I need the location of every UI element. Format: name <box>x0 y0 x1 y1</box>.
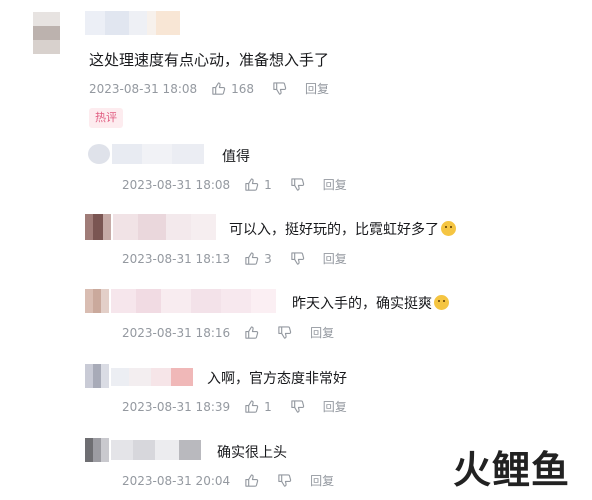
thumbs-up-icon <box>212 82 226 95</box>
username[interactable] <box>111 440 201 460</box>
like-count: 1 <box>264 177 272 192</box>
like-button[interactable]: 3 <box>244 251 272 266</box>
username[interactable] <box>112 144 204 164</box>
avatar[interactable] <box>85 364 109 388</box>
like-button[interactable] <box>244 473 259 488</box>
thumbs-up-icon <box>245 400 259 413</box>
like-count: 1 <box>264 399 272 414</box>
like-count: 3 <box>264 251 272 266</box>
comment-text: 这处理速度有点心动，准备想入手了 <box>89 51 330 69</box>
thumbs-down-icon <box>278 474 292 487</box>
thumbs-up-icon <box>245 326 259 339</box>
avatar[interactable] <box>85 214 111 240</box>
timestamp: 2023-08-31 18:08 <box>122 177 231 192</box>
dislike-button[interactable] <box>277 473 292 488</box>
timestamp: 2023-08-31 18:13 <box>122 251 231 266</box>
emoji-icon <box>434 295 449 310</box>
username[interactable] <box>111 289 276 313</box>
comment-meta: 2023-08-31 18:16 回复 <box>122 324 334 341</box>
timestamp: 2023-08-31 20:04 <box>122 473 231 488</box>
thumbs-up-icon <box>245 252 259 265</box>
avatar[interactable] <box>88 144 110 164</box>
like-button[interactable]: 168 <box>211 81 254 96</box>
timestamp: 2023-08-31 18:16 <box>122 325 231 340</box>
timestamp: 2023-08-31 18:08 <box>89 81 198 96</box>
like-button[interactable]: 1 <box>244 399 272 414</box>
comment-meta: 2023-08-31 18:39 1 回复 <box>122 398 347 415</box>
watermark-logo: 火鲤鱼 <box>452 448 570 492</box>
comment-meta: 2023-08-31 18:13 3 回复 <box>122 250 347 267</box>
username[interactable] <box>113 214 216 240</box>
reply-button[interactable]: 回复 <box>323 398 347 415</box>
emoji-icon <box>441 221 456 236</box>
avatar[interactable] <box>85 438 109 462</box>
avatar[interactable] <box>85 289 109 313</box>
dislike-button[interactable] <box>290 399 305 414</box>
reply-button[interactable]: 回复 <box>305 80 329 97</box>
comment-text-body: 可以入，挺好玩的，比霓虹好多了 <box>229 222 439 238</box>
reply-button[interactable]: 回复 <box>323 250 347 267</box>
thumbs-down-icon <box>278 326 292 339</box>
comment-text: 入啊，官方态度非常好 <box>207 371 347 387</box>
dislike-button[interactable] <box>272 81 287 96</box>
thumbs-up-icon <box>245 178 259 191</box>
dislike-button[interactable] <box>290 177 305 192</box>
username[interactable] <box>85 11 180 35</box>
comment-text: 昨天入手的，确实挺爽 <box>292 293 449 313</box>
username[interactable] <box>111 368 193 386</box>
reply-button[interactable]: 回复 <box>310 472 334 489</box>
like-button[interactable]: 1 <box>244 177 272 192</box>
dislike-button[interactable] <box>290 251 305 266</box>
dislike-button[interactable] <box>277 325 292 340</box>
thumbs-down-icon <box>273 82 287 95</box>
thumbs-down-icon <box>291 178 304 191</box>
comment-text: 确实很上头 <box>217 445 287 461</box>
timestamp: 2023-08-31 18:39 <box>122 399 231 414</box>
comment-meta: 2023-08-31 18:08 168 回复 <box>89 80 329 97</box>
comment-text-body: 昨天入手的，确实挺爽 <box>292 296 432 312</box>
like-count: 168 <box>231 81 255 96</box>
thumbs-down-icon <box>291 400 304 413</box>
comment-meta: 2023-08-31 20:04 回复 <box>122 472 334 489</box>
reply-button[interactable]: 回复 <box>323 176 347 193</box>
reply-button[interactable]: 回复 <box>310 324 334 341</box>
comment-text: 可以入，挺好玩的，比霓虹好多了 <box>229 219 456 239</box>
comment-meta: 2023-08-31 18:08 1 回复 <box>122 176 347 193</box>
avatar[interactable] <box>33 12 60 54</box>
like-button[interactable] <box>244 325 259 340</box>
hot-badge: 热评 <box>89 108 123 128</box>
thumbs-down-icon <box>291 252 304 265</box>
comment-text: 值得 <box>222 149 250 165</box>
thumbs-up-icon <box>245 474 259 487</box>
